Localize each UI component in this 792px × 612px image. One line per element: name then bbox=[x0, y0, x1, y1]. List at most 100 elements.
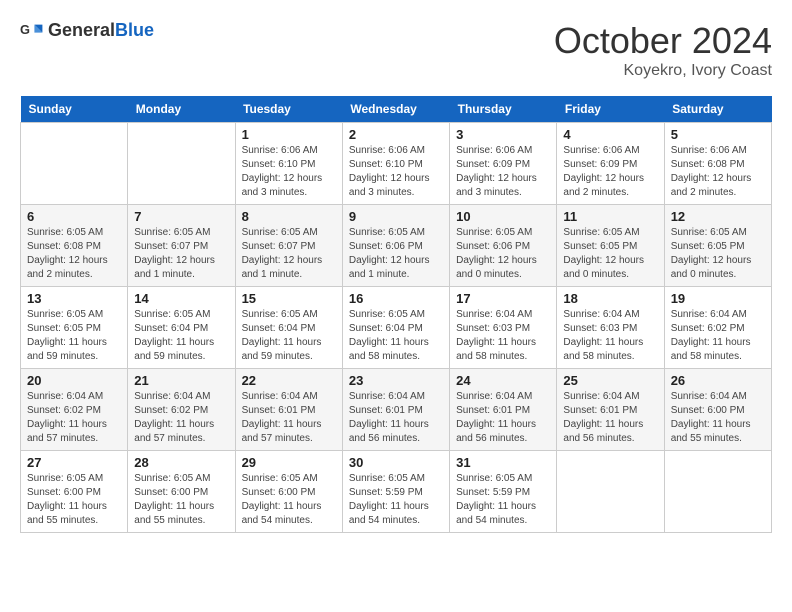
sunset-label: Sunset: 6:04 PM bbox=[349, 323, 423, 334]
daylight-label: Daylight: 11 hours and 55 minutes. bbox=[134, 501, 214, 526]
daylight-label: Daylight: 11 hours and 59 minutes. bbox=[27, 337, 107, 362]
day-detail: Sunrise: 6:04 AM Sunset: 6:02 PM Dayligh… bbox=[27, 390, 121, 446]
day-detail: Sunrise: 6:04 AM Sunset: 6:01 PM Dayligh… bbox=[456, 390, 550, 446]
day-number: 27 bbox=[27, 455, 121, 470]
day-detail: Sunrise: 6:05 AM Sunset: 6:06 PM Dayligh… bbox=[349, 226, 443, 282]
table-cell: 22 Sunrise: 6:04 AM Sunset: 6:01 PM Dayl… bbox=[235, 369, 342, 451]
sunset-label: Sunset: 6:05 PM bbox=[27, 323, 101, 334]
table-cell: 13 Sunrise: 6:05 AM Sunset: 6:05 PM Dayl… bbox=[21, 287, 128, 369]
daylight-label: Daylight: 11 hours and 56 minutes. bbox=[456, 419, 536, 444]
sunrise-label: Sunrise: 6:05 AM bbox=[563, 227, 639, 238]
sunset-label: Sunset: 6:01 PM bbox=[563, 405, 637, 416]
daylight-label: Daylight: 12 hours and 0 minutes. bbox=[671, 255, 752, 280]
day-detail: Sunrise: 6:05 AM Sunset: 6:06 PM Dayligh… bbox=[456, 226, 550, 282]
sunrise-label: Sunrise: 6:04 AM bbox=[671, 391, 747, 402]
sunrise-label: Sunrise: 6:05 AM bbox=[671, 227, 747, 238]
daylight-label: Daylight: 11 hours and 57 minutes. bbox=[27, 419, 107, 444]
calendar-week-4: 20 Sunrise: 6:04 AM Sunset: 6:02 PM Dayl… bbox=[21, 369, 772, 451]
table-cell: 29 Sunrise: 6:05 AM Sunset: 6:00 PM Dayl… bbox=[235, 451, 342, 533]
day-detail: Sunrise: 6:04 AM Sunset: 6:01 PM Dayligh… bbox=[242, 390, 336, 446]
calendar-week-3: 13 Sunrise: 6:05 AM Sunset: 6:05 PM Dayl… bbox=[21, 287, 772, 369]
daylight-label: Daylight: 11 hours and 56 minutes. bbox=[563, 419, 643, 444]
daylight-label: Daylight: 12 hours and 2 minutes. bbox=[671, 173, 752, 198]
sunrise-label: Sunrise: 6:05 AM bbox=[242, 227, 318, 238]
sunrise-label: Sunrise: 6:05 AM bbox=[349, 309, 425, 320]
sunrise-label: Sunrise: 6:05 AM bbox=[27, 473, 103, 484]
col-thursday: Thursday bbox=[450, 96, 557, 123]
day-number: 1 bbox=[242, 127, 336, 142]
day-detail: Sunrise: 6:05 AM Sunset: 6:04 PM Dayligh… bbox=[349, 308, 443, 364]
sunrise-label: Sunrise: 6:05 AM bbox=[134, 309, 210, 320]
day-number: 25 bbox=[563, 373, 657, 388]
sunset-label: Sunset: 6:07 PM bbox=[134, 241, 208, 252]
col-friday: Friday bbox=[557, 96, 664, 123]
day-number: 7 bbox=[134, 209, 228, 224]
table-cell: 20 Sunrise: 6:04 AM Sunset: 6:02 PM Dayl… bbox=[21, 369, 128, 451]
sunrise-label: Sunrise: 6:05 AM bbox=[27, 227, 103, 238]
daylight-label: Daylight: 11 hours and 57 minutes. bbox=[242, 419, 322, 444]
day-number: 12 bbox=[671, 209, 765, 224]
day-detail: Sunrise: 6:04 AM Sunset: 6:01 PM Dayligh… bbox=[349, 390, 443, 446]
sunrise-label: Sunrise: 6:05 AM bbox=[242, 473, 318, 484]
table-cell: 16 Sunrise: 6:05 AM Sunset: 6:04 PM Dayl… bbox=[342, 287, 449, 369]
table-cell: 2 Sunrise: 6:06 AM Sunset: 6:10 PM Dayli… bbox=[342, 123, 449, 205]
day-number: 8 bbox=[242, 209, 336, 224]
sunrise-label: Sunrise: 6:06 AM bbox=[242, 145, 318, 156]
sunset-label: Sunset: 6:09 PM bbox=[563, 159, 637, 170]
day-detail: Sunrise: 6:06 AM Sunset: 6:09 PM Dayligh… bbox=[563, 144, 657, 200]
logo-icon: G bbox=[20, 21, 44, 41]
daylight-label: Daylight: 11 hours and 58 minutes. bbox=[671, 337, 751, 362]
sunrise-label: Sunrise: 6:04 AM bbox=[242, 391, 318, 402]
day-number: 20 bbox=[27, 373, 121, 388]
col-wednesday: Wednesday bbox=[342, 96, 449, 123]
table-cell: 11 Sunrise: 6:05 AM Sunset: 6:05 PM Dayl… bbox=[557, 205, 664, 287]
day-number: 26 bbox=[671, 373, 765, 388]
sunset-label: Sunset: 6:00 PM bbox=[134, 487, 208, 498]
day-number: 10 bbox=[456, 209, 550, 224]
day-detail: Sunrise: 6:06 AM Sunset: 6:10 PM Dayligh… bbox=[349, 144, 443, 200]
day-detail: Sunrise: 6:06 AM Sunset: 6:10 PM Dayligh… bbox=[242, 144, 336, 200]
day-number: 15 bbox=[242, 291, 336, 306]
sunrise-label: Sunrise: 6:06 AM bbox=[456, 145, 532, 156]
day-detail: Sunrise: 6:05 AM Sunset: 6:07 PM Dayligh… bbox=[134, 226, 228, 282]
daylight-label: Daylight: 12 hours and 1 minute. bbox=[349, 255, 430, 280]
table-cell: 8 Sunrise: 6:05 AM Sunset: 6:07 PM Dayli… bbox=[235, 205, 342, 287]
day-detail: Sunrise: 6:05 AM Sunset: 6:04 PM Dayligh… bbox=[242, 308, 336, 364]
logo-blue: Blue bbox=[115, 20, 154, 40]
sunrise-label: Sunrise: 6:04 AM bbox=[456, 391, 532, 402]
sunset-label: Sunset: 6:03 PM bbox=[456, 323, 530, 334]
col-tuesday: Tuesday bbox=[235, 96, 342, 123]
calendar-week-1: 1 Sunrise: 6:06 AM Sunset: 6:10 PM Dayli… bbox=[21, 123, 772, 205]
sunset-label: Sunset: 6:06 PM bbox=[456, 241, 530, 252]
daylight-label: Daylight: 11 hours and 57 minutes. bbox=[134, 419, 214, 444]
day-number: 5 bbox=[671, 127, 765, 142]
sunrise-label: Sunrise: 6:04 AM bbox=[134, 391, 210, 402]
sunset-label: Sunset: 6:05 PM bbox=[671, 241, 745, 252]
sunset-label: Sunset: 6:02 PM bbox=[134, 405, 208, 416]
day-number: 6 bbox=[27, 209, 121, 224]
daylight-label: Daylight: 11 hours and 54 minutes. bbox=[456, 501, 536, 526]
day-number: 24 bbox=[456, 373, 550, 388]
day-number: 16 bbox=[349, 291, 443, 306]
day-number: 28 bbox=[134, 455, 228, 470]
sunrise-label: Sunrise: 6:04 AM bbox=[563, 309, 639, 320]
table-cell: 12 Sunrise: 6:05 AM Sunset: 6:05 PM Dayl… bbox=[664, 205, 771, 287]
sunset-label: Sunset: 6:08 PM bbox=[27, 241, 101, 252]
daylight-label: Daylight: 11 hours and 55 minutes. bbox=[671, 419, 751, 444]
day-detail: Sunrise: 6:05 AM Sunset: 6:00 PM Dayligh… bbox=[27, 472, 121, 528]
daylight-label: Daylight: 12 hours and 1 minute. bbox=[242, 255, 323, 280]
daylight-label: Daylight: 12 hours and 3 minutes. bbox=[349, 173, 430, 198]
col-monday: Monday bbox=[128, 96, 235, 123]
day-detail: Sunrise: 6:05 AM Sunset: 6:04 PM Dayligh… bbox=[134, 308, 228, 364]
sunset-label: Sunset: 6:05 PM bbox=[563, 241, 637, 252]
table-cell: 30 Sunrise: 6:05 AM Sunset: 5:59 PM Dayl… bbox=[342, 451, 449, 533]
table-cell: 14 Sunrise: 6:05 AM Sunset: 6:04 PM Dayl… bbox=[128, 287, 235, 369]
daylight-label: Daylight: 12 hours and 0 minutes. bbox=[563, 255, 644, 280]
sunrise-label: Sunrise: 6:05 AM bbox=[349, 473, 425, 484]
table-cell: 26 Sunrise: 6:04 AM Sunset: 6:00 PM Dayl… bbox=[664, 369, 771, 451]
table-cell: 17 Sunrise: 6:04 AM Sunset: 6:03 PM Dayl… bbox=[450, 287, 557, 369]
sunset-label: Sunset: 6:02 PM bbox=[27, 405, 101, 416]
sunrise-label: Sunrise: 6:05 AM bbox=[134, 227, 210, 238]
day-detail: Sunrise: 6:05 AM Sunset: 6:07 PM Dayligh… bbox=[242, 226, 336, 282]
sunset-label: Sunset: 6:10 PM bbox=[242, 159, 316, 170]
